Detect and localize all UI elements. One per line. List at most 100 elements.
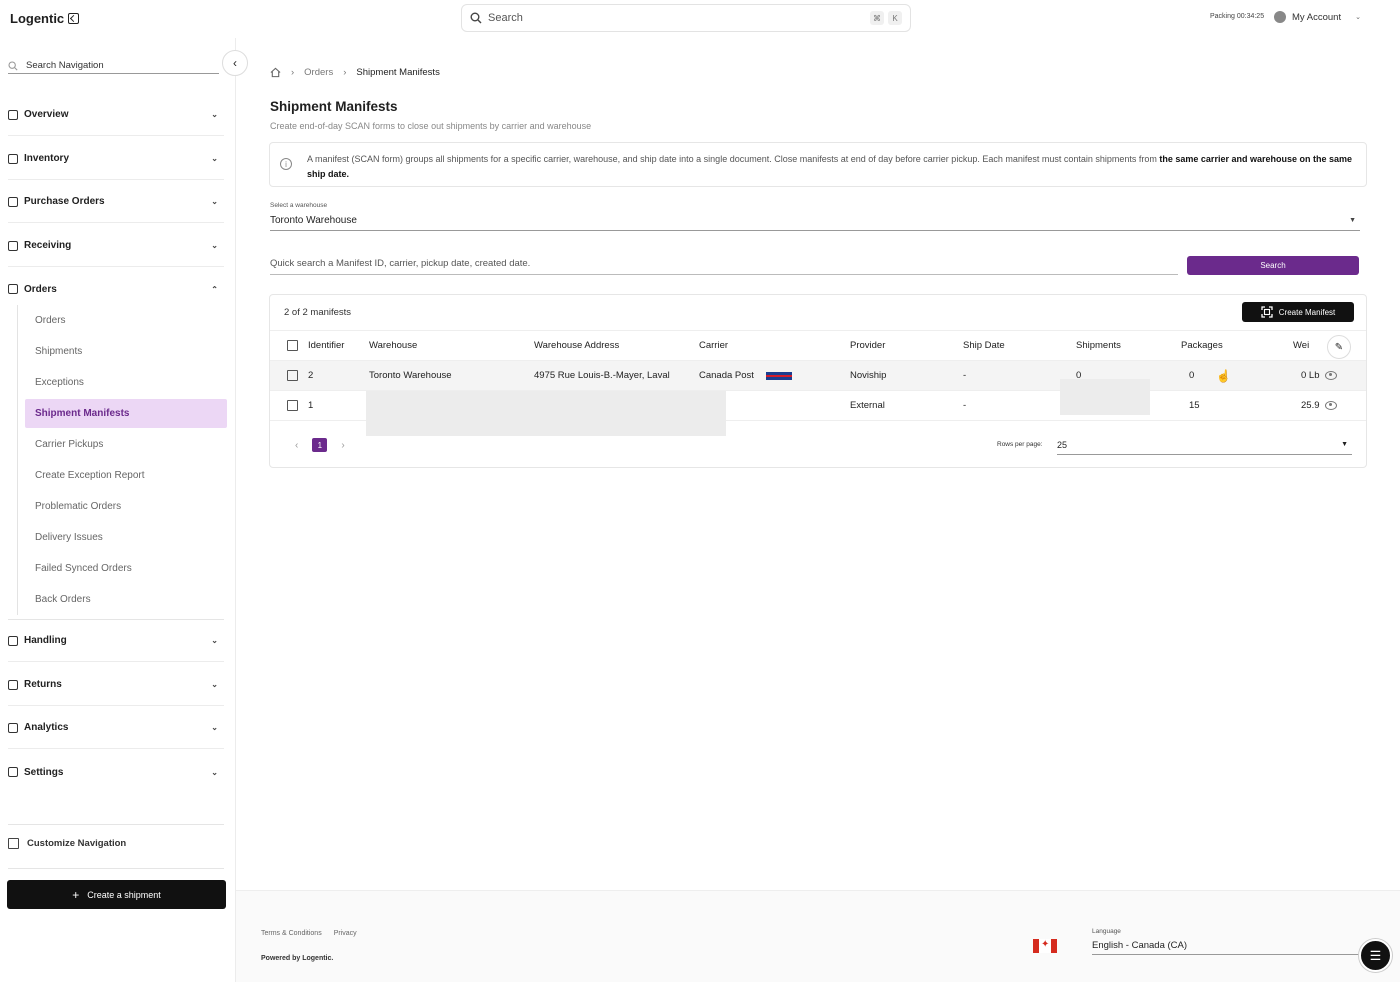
chevron-down-icon: ⌄: [1355, 14, 1361, 21]
sidebar-item-orders[interactable]: Orders: [18, 305, 227, 336]
account-label: My Account: [1292, 11, 1342, 23]
home-icon[interactable]: [270, 67, 281, 78]
chat-support-button[interactable]: ☰: [1359, 939, 1392, 972]
breadcrumb: › Orders › Shipment Manifests: [270, 67, 440, 78]
column-header-identifier[interactable]: Identifier: [308, 331, 344, 360]
plus-icon: +: [72, 887, 80, 902]
create-manifest-button[interactable]: Create Manifest: [1242, 302, 1354, 322]
create-shipment-button[interactable]: + Create a shipment: [7, 880, 226, 909]
cell-weight: 0 Lb: [1301, 370, 1320, 381]
powered-by: Powered by Logentic.: [261, 955, 334, 962]
column-header-warehouse[interactable]: Warehouse: [369, 331, 417, 360]
sidebar-item-carrier-pickups[interactable]: Carrier Pickups: [18, 429, 227, 460]
column-header-weight[interactable]: Wei: [1293, 331, 1309, 360]
table-header: Identifier Warehouse Warehouse Address C…: [270, 330, 1366, 361]
nav-section-orders[interactable]: Orders ⌃: [8, 268, 224, 310]
terms-link[interactable]: Terms & Conditions: [261, 930, 322, 937]
sidebar-item-problematic-orders[interactable]: Problematic Orders: [18, 491, 227, 522]
prev-page-icon[interactable]: ‹: [295, 440, 298, 451]
privacy-link[interactable]: Privacy: [334, 930, 357, 937]
redacted-region: [366, 391, 726, 436]
info-text: A manifest (SCAN form) groups all shipme…: [307, 154, 1160, 164]
info-icon: i: [280, 158, 292, 170]
sidebar-item-shipment-manifests[interactable]: Shipment Manifests: [25, 399, 227, 428]
nav-section-returns[interactable]: Returns ⌄: [8, 664, 224, 706]
nav-section-label: Receiving: [24, 240, 72, 251]
column-header-carrier[interactable]: Carrier: [699, 331, 728, 360]
nav-search-placeholder: Search Navigation: [26, 60, 104, 71]
column-header-ship-date[interactable]: Ship Date: [963, 331, 1005, 360]
shortcut-hint: ⌘ K: [870, 11, 902, 25]
language-select[interactable]: English - Canada (CA): [1092, 936, 1372, 955]
logo-icon: [68, 13, 80, 24]
nav-section-handling[interactable]: Handling ⌄: [8, 620, 224, 662]
column-header-warehouse-address[interactable]: Warehouse Address: [534, 331, 619, 360]
cell-provider: External: [850, 400, 885, 411]
view-eye-icon[interactable]: [1325, 400, 1337, 410]
packing-timer[interactable]: Packing 00:34:25: [1210, 13, 1264, 20]
nav-section-receiving[interactable]: Receiving ⌄: [8, 225, 224, 267]
nav-section-analytics[interactable]: Analytics ⌄: [8, 707, 224, 749]
chevron-down-icon: ⌄: [211, 680, 218, 689]
chevron-down-icon: ⌄: [211, 636, 218, 645]
page-number-current[interactable]: 1: [312, 438, 328, 452]
logo[interactable]: Logentic: [10, 11, 80, 26]
breadcrumb-separator: ›: [343, 67, 347, 78]
sidebar-item-exceptions[interactable]: Exceptions: [18, 367, 227, 398]
nav-section-label: Orders: [24, 283, 57, 295]
global-search[interactable]: Search ⌘ K: [461, 4, 911, 32]
view-eye-icon[interactable]: [1325, 370, 1337, 380]
caret-down-icon: ▼: [1349, 217, 1356, 224]
warehouse-select[interactable]: Toronto Warehouse ▼: [270, 211, 1360, 231]
next-page-icon[interactable]: ›: [341, 440, 344, 451]
nav-section-overview[interactable]: Overview ⌄: [8, 94, 224, 136]
sidebar-item-delivery-issues[interactable]: Delivery Issues: [18, 522, 227, 553]
column-header-shipments[interactable]: Shipments: [1076, 331, 1121, 360]
row-checkbox[interactable]: [287, 399, 298, 411]
nav-section-inventory[interactable]: Inventory ⌄: [8, 138, 224, 180]
table-row[interactable]: 2 Toronto Warehouse 4975 Rue Louis-B.-Ma…: [270, 361, 1366, 391]
nav-section-label: Analytics: [24, 722, 69, 733]
gear-icon: [8, 767, 18, 777]
sidebar-item-shipments[interactable]: Shipments: [18, 336, 227, 367]
rows-per-page-value: 25: [1057, 439, 1068, 450]
receive-icon: [8, 240, 18, 251]
chevron-down-icon: ⌄: [211, 723, 218, 732]
cell-warehouse: Toronto Warehouse: [369, 370, 452, 381]
nav-search-input[interactable]: Search Navigation: [8, 58, 219, 74]
search-button[interactable]: Search: [1187, 256, 1359, 275]
edit-columns-button[interactable]: ✎: [1327, 335, 1351, 359]
breadcrumb-orders[interactable]: Orders: [304, 67, 333, 78]
page-subtitle: Create end-of-day SCAN forms to close ou…: [270, 121, 592, 131]
canada-flag-icon: [1033, 939, 1057, 953]
sidebar-item-create-exception-report[interactable]: Create Exception Report: [18, 460, 227, 491]
divider: [8, 824, 224, 825]
nav-section-settings[interactable]: Settings ⌄: [8, 751, 224, 793]
sidebar-item-failed-synced-orders[interactable]: Failed Synced Orders: [18, 553, 227, 584]
sidebar-item-back-orders[interactable]: Back Orders: [18, 584, 227, 615]
column-header-packages[interactable]: Packages: [1181, 331, 1223, 360]
manifest-search-input[interactable]: Quick search a Manifest ID, carrier, pic…: [270, 258, 1178, 275]
search-icon: [8, 60, 18, 71]
redacted-region: [1060, 379, 1150, 415]
customize-checkbox[interactable]: [8, 838, 19, 849]
column-header-provider[interactable]: Provider: [850, 331, 885, 360]
customize-navigation[interactable]: Customize Navigation: [8, 838, 126, 849]
footer-links: Terms & Conditions Privacy: [261, 930, 357, 937]
collapse-sidebar-button[interactable]: ‹: [222, 50, 248, 76]
chat-icon: ☰: [1369, 947, 1382, 963]
nav-section-purchase-orders[interactable]: Purchase Orders ⌄: [8, 181, 224, 223]
warehouse-select-label: Select a warehouse: [270, 202, 328, 209]
home-icon: [8, 109, 18, 120]
nav-section-label: Inventory: [24, 153, 70, 164]
pencil-icon: ✎: [1334, 341, 1344, 353]
avatar: [1274, 11, 1286, 23]
select-all-checkbox[interactable]: [287, 339, 298, 351]
k-key: K: [888, 11, 902, 25]
row-checkbox[interactable]: [287, 369, 298, 381]
account-menu[interactable]: My Account ⌄: [1274, 11, 1361, 23]
rows-per-page-select[interactable]: 25 ▼: [1057, 435, 1352, 455]
chevron-down-icon: ⌄: [211, 154, 218, 163]
cell-packages: 0: [1189, 370, 1195, 381]
cell-identifier: 2: [308, 370, 314, 381]
